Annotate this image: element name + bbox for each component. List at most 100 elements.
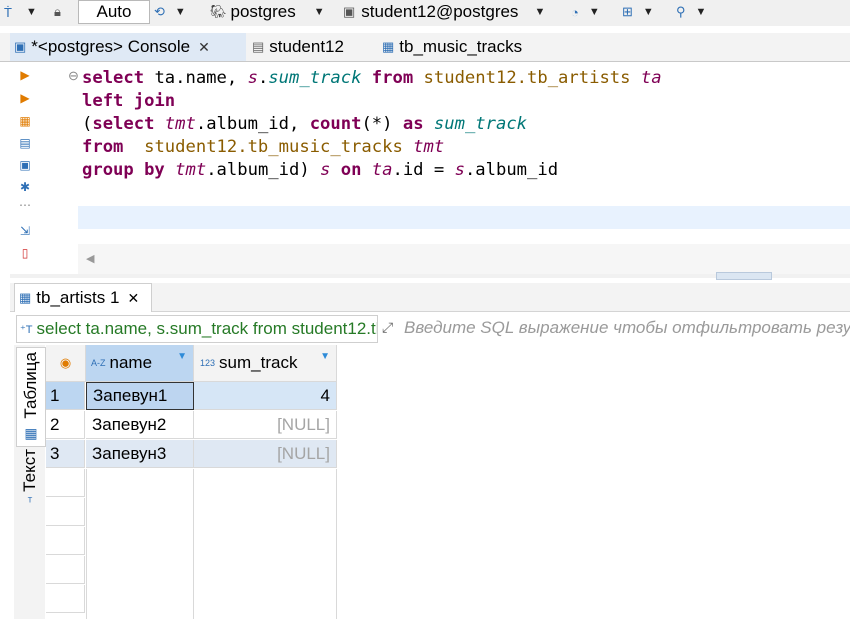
chevron-down-icon[interactable]: ▼ (696, 6, 707, 18)
sql-line: left join (82, 91, 176, 111)
execute-new-tab-icon[interactable]: ▶ (18, 91, 32, 105)
history-icon: ⟲ (154, 4, 165, 19)
table-cell[interactable]: Запевун2 (86, 411, 194, 439)
export-icon[interactable]: ⇲ (18, 224, 32, 238)
chevron-down-icon[interactable]: ▼ (589, 6, 600, 18)
tools-button[interactable]: ⊞ ▼ (622, 0, 654, 24)
sql-line: select ta.name, s.sum_track from student… (82, 68, 662, 88)
chevron-down-icon[interactable]: ▼ (175, 6, 186, 18)
tab-student12[interactable]: ▤ student12 (252, 33, 374, 61)
database-icon: 🐘︎ (210, 4, 227, 19)
execute-icon[interactable]: ▶ (18, 68, 32, 82)
dashboard-button[interactable]: ◔ ▼ (571, 0, 600, 24)
sort-icon[interactable]: ▼ (177, 351, 187, 362)
filter-query-display[interactable]: ⁺T select ta.name, s.sum_track from stud… (16, 315, 378, 343)
column-label: sum_track (219, 353, 298, 372)
empty-row (46, 556, 85, 584)
maximize-handle[interactable] (716, 272, 772, 280)
grid-corner[interactable]: ◉ (46, 345, 86, 382)
filter-input[interactable]: Введите SQL выражение чтобы отфильтроват… (404, 315, 850, 341)
column-header-sum-track[interactable]: 123 sum_track ▼ (194, 345, 337, 382)
transaction-icon: Ṫ (4, 4, 12, 20)
explain-icon[interactable]: ▤ (18, 136, 32, 150)
chevron-down-icon[interactable]: ▼ (643, 6, 654, 18)
tab-label: Таблица (21, 352, 40, 419)
empty-row (46, 469, 85, 497)
row-number[interactable]: 3 (46, 440, 85, 468)
close-icon[interactable]: ✕ (198, 39, 210, 56)
close-icon[interactable]: ✕ (127, 290, 139, 307)
tools-icon: ⊞ (622, 4, 633, 19)
chevron-down-icon[interactable]: ▼ (534, 6, 545, 18)
column-label: name (109, 353, 153, 372)
filter-bar: ⁺T select ta.name, s.sum_track from stud… (14, 313, 850, 344)
results-grid: ◉ A-Z name ▼ 123 sum_track ▼ 1 Запевун1 … (46, 345, 850, 619)
results-tabbar: ▦ tb_artists 1 ✕ (10, 283, 850, 312)
tab-results[interactable]: ▦ tb_artists 1 ✕ (14, 283, 152, 312)
console-icon: ▣ (14, 39, 27, 54)
more-icon[interactable]: ⋯ (18, 198, 32, 212)
schema-icon: ▣ (343, 4, 356, 19)
transaction-mode-button[interactable]: Ṫ ▼ (4, 0, 37, 24)
tab-console[interactable]: ▣ *<postgres> Console ✕ (10, 33, 246, 61)
column-header-name[interactable]: A-Z name ▼ (86, 345, 194, 382)
horizontal-scrollbar[interactable]: ◀ (78, 244, 850, 274)
tab-label: Текст (20, 449, 39, 492)
console-icon[interactable]: ▣ (18, 158, 32, 172)
filter-icon: ⁺T (20, 323, 33, 336)
datasource-selector[interactable]: 🐘︎ postgres ▼ (210, 0, 325, 24)
text-type-icon: A-Z (91, 358, 106, 368)
tab-tb-music-tracks[interactable]: ▦ tb_music_tracks (382, 33, 542, 61)
sql-editor[interactable]: ⊖ select ta.name, s.sum_track from stude… (68, 62, 850, 244)
empty-row (46, 585, 85, 613)
scroll-left-icon[interactable]: ◀ (86, 252, 94, 265)
settings-icon[interactable]: ✱ (18, 180, 32, 194)
panel-splitter[interactable] (10, 272, 850, 280)
chevron-down-icon[interactable]: ▼ (26, 6, 37, 18)
grid-icon: ▦ (24, 424, 38, 441)
tab-table-view[interactable]: Таблица ▦ (16, 347, 46, 447)
file-icon[interactable]: ▯ (18, 246, 32, 260)
commit-mode-box[interactable]: Auto (78, 0, 150, 24)
filter-query-text: select ta.name, s.sum_track from student… (36, 319, 378, 338)
tab-text-view[interactable]: Текст ᵀ (16, 449, 44, 521)
lock-icon: 🔒︎ (54, 4, 61, 19)
row-count-icon: ◉ (59, 355, 72, 370)
table-cell[interactable]: [NULL] (194, 411, 337, 439)
column-divider (336, 469, 337, 619)
lock-button[interactable]: 🔒︎ (54, 0, 61, 24)
expand-icon[interactable]: ⤢ (382, 319, 393, 336)
search-button[interactable]: ⚲ ▼ (676, 0, 706, 24)
empty-row (46, 498, 85, 526)
sql-line: (select tmt.album_id, count(*) as sum_tr… (82, 114, 528, 134)
history-button[interactable]: ⟲ ▼ (154, 0, 186, 24)
column-divider (193, 469, 194, 619)
number-type-icon: 123 (200, 358, 216, 368)
tab-label: tb_artists 1 (36, 288, 120, 307)
table-icon: ▦ (382, 39, 395, 54)
main-toolbar: Ṫ ▼ 🔒︎ Auto ⟲ ▼ 🐘︎ postgres ▼ ▣ student1… (0, 0, 850, 26)
sql-line: group by tmt.album_id) s on ta.id = s.al… (82, 160, 559, 180)
chevron-down-icon[interactable]: ▼ (314, 6, 325, 18)
script-icon[interactable]: ▦ (18, 114, 32, 128)
table-cell[interactable]: Запевун3 (86, 440, 194, 468)
datasource-label: postgres (230, 2, 296, 21)
table-icon: ▦ (19, 290, 32, 305)
column-divider (86, 469, 87, 619)
current-line-highlight (78, 206, 850, 229)
row-number[interactable]: 2 (46, 411, 85, 439)
editor-side-toolbar: ▶ ▶ ▦ ▤ ▣ ✱ ⋯ ⇲ ▯ (0, 62, 44, 272)
empty-row (46, 527, 85, 555)
sql-line: from student12.tb_music_tracks tmt (82, 137, 445, 157)
table-cell[interactable]: Запевун1 (86, 382, 194, 410)
row-number[interactable]: 1 (46, 382, 85, 410)
editor-tabbar: ▣ *<postgres> Console ✕ ▤ student12 ▦ tb… (0, 33, 850, 62)
table-cell[interactable]: 4 (194, 382, 337, 410)
schema-icon: ▤ (252, 39, 265, 54)
table-cell[interactable]: [NULL] (194, 440, 337, 468)
fold-icon[interactable]: ⊖ (68, 68, 79, 84)
schema-selector[interactable]: ▣ student12@postgres ▼ (343, 0, 545, 24)
sort-icon[interactable]: ▼ (320, 351, 330, 362)
tab-label: student12 (269, 37, 344, 56)
tab-label: tb_music_tracks (399, 37, 523, 56)
